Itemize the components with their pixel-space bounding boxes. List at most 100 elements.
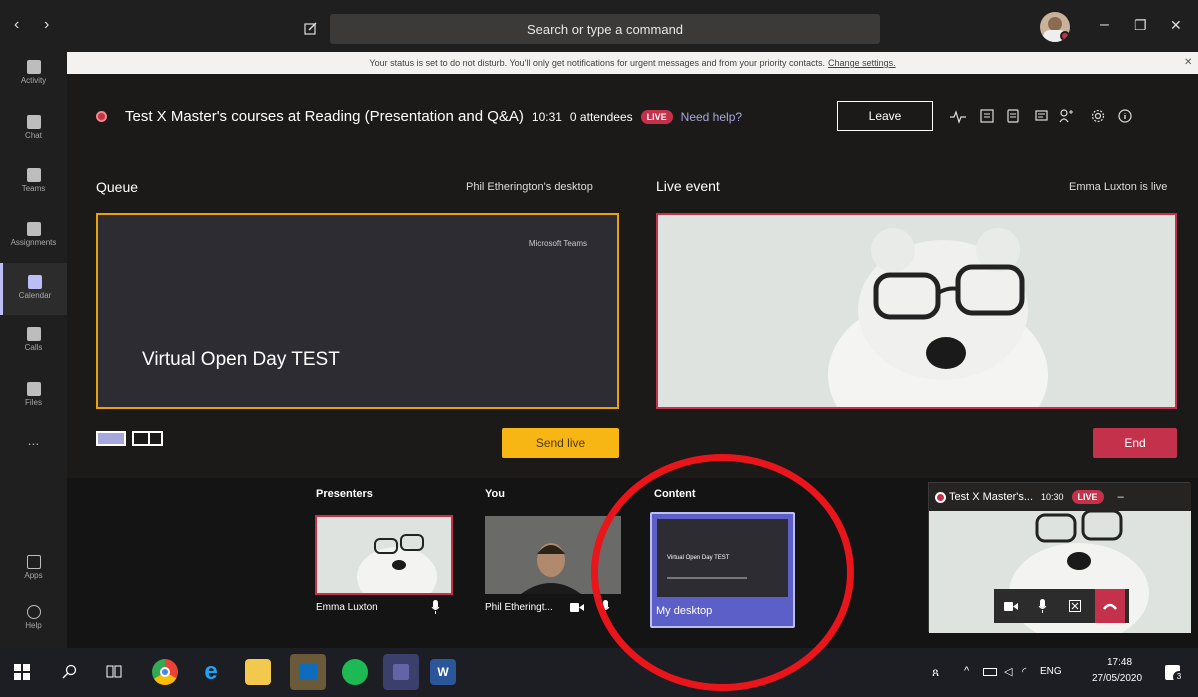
change-settings-link[interactable]: Change settings. [828,58,896,68]
queue-source: Phil Etherington's desktop [466,181,593,193]
meeting-notes-icon[interactable] [1007,109,1019,123]
you-heading: You [485,488,505,500]
dnd-status-icon [1060,31,1070,41]
spotify-icon[interactable] [342,659,368,685]
end-event-button[interactable]: End [1093,428,1177,458]
search-input[interactable]: Search or type a command [330,14,880,44]
tray-chevron-icon[interactable]: ^ [964,665,969,677]
rail-assignments[interactable]: Assignments [0,222,67,247]
notification-bar: Your status is set to do not disturb. Yo… [67,52,1198,74]
live-event-heading: Live event [656,178,720,194]
notification-center-icon[interactable]: 3 [1165,665,1185,683]
taskbar [0,648,1198,697]
mini-live-badge: LIVE [1071,490,1104,504]
avatar[interactable] [1040,12,1070,42]
event-time: 10:31 [531,109,562,124]
wifi-icon[interactable]: ◜ [1022,665,1026,678]
chrome-icon[interactable] [152,659,178,685]
highlight-annotation-circle [591,454,854,691]
layout-split-button[interactable] [132,431,163,446]
chat-icon [26,115,41,129]
rail-label: Chat [25,131,42,140]
presenter-name: Emma Luxton [316,602,378,613]
participants-icon[interactable] [1059,108,1075,123]
chat-icon[interactable] [1035,110,1048,123]
clock-time[interactable]: 17:48 [1107,657,1132,668]
language-indicator[interactable]: ENG [1040,666,1062,677]
mini-stop-share-icon[interactable] [1069,600,1081,612]
windows-start-icon[interactable] [14,664,30,680]
rail-files[interactable]: Files [0,382,67,407]
queue-preview[interactable]: Microsoft Teams Virtual Open Day TEST [96,213,619,409]
close-button[interactable]: ✕ [1170,17,1182,34]
mini-minimize-icon[interactable]: – [1118,491,1124,503]
assignments-icon [26,222,41,236]
help-icon [26,605,41,619]
rail-label: Teams [21,184,46,193]
rail-label: Calendar [18,291,52,300]
rail-label: Help [25,621,42,630]
mini-player[interactable]: Test X Master's... 10:30 LIVE – [928,482,1191,633]
need-help-link[interactable]: Need help? [681,110,742,124]
live-video [656,213,1177,409]
live-badge: LIVE [640,109,673,124]
notes-icon[interactable] [980,109,994,123]
calendar-icon [28,275,42,289]
queue-heading: Queue [96,179,139,195]
settings-gear-icon[interactable] [1091,109,1105,123]
search-placeholder: Search or type a command [526,21,684,37]
presenter-thumbnail[interactable] [315,515,453,595]
notification-text: Your status is set to do not disturb. Yo… [369,58,826,68]
event-header: Test X Master's courses at Reading (Pres… [125,108,742,125]
forward-button[interactable]: › [44,16,49,34]
send-live-button[interactable]: Send live [502,428,619,458]
teams-icon [26,168,41,182]
rail-label: Activity [20,76,47,85]
rail-teams[interactable]: Teams [0,168,67,193]
self-name: Phil Etheringt... [485,602,553,613]
maximize-button[interactable]: ❐ [1134,17,1147,34]
rail-apps[interactable]: Apps [0,555,67,580]
health-icon[interactable] [950,110,966,124]
mini-mic-icon[interactable] [1038,599,1047,613]
leave-button[interactable]: Leave [837,101,933,131]
attendee-count: 0 attendees [569,109,633,124]
new-chat-icon[interactable] [304,21,318,35]
recording-icon [935,492,946,503]
info-icon[interactable] [1118,109,1132,123]
rail-calendar[interactable]: Calendar [0,263,67,315]
hangup-icon [1103,603,1117,610]
battery-icon[interactable] [983,668,997,676]
back-button[interactable]: ‹ [14,16,19,34]
notification-count: 3 [1173,671,1185,683]
rail-label: Assignments [10,238,57,247]
slide-brand: Microsoft Teams [528,239,587,248]
rail-chat[interactable]: Chat [0,115,67,140]
word-icon[interactable]: W [430,659,456,685]
task-view-icon[interactable] [106,664,122,679]
file-icon [26,382,41,396]
notification-close-button[interactable]: ✕ [1184,57,1192,68]
people-icon[interactable]: ጸ [932,665,939,680]
edge-icon[interactable]: e [198,658,224,685]
rail-label: Calls [24,343,43,352]
search-icon[interactable] [62,664,77,679]
teddy-bear-video-icon [658,215,1175,407]
rail-calls[interactable]: Calls [0,327,67,352]
layout-single-button[interactable] [96,431,126,446]
teams-app-icon[interactable] [383,654,419,690]
mini-camera-icon[interactable] [1004,601,1018,611]
rail-label: Files [25,398,42,407]
rail-help[interactable]: Help [0,605,67,630]
minimize-button[interactable]: – [1100,16,1109,34]
clock-date[interactable]: 27/05/2020 [1092,673,1142,684]
file-explorer-icon[interactable] [245,659,271,685]
rail-more[interactable]: ... [0,432,67,448]
outlook-icon[interactable] [290,654,326,690]
bell-icon [26,60,41,74]
mini-hangup-button[interactable] [1095,589,1125,623]
rail-activity[interactable]: Activity [0,60,67,85]
live-status: Emma Luxton is live [1069,181,1168,193]
presenters-heading: Presenters [316,488,373,500]
volume-icon[interactable]: ◁ [1004,665,1012,678]
